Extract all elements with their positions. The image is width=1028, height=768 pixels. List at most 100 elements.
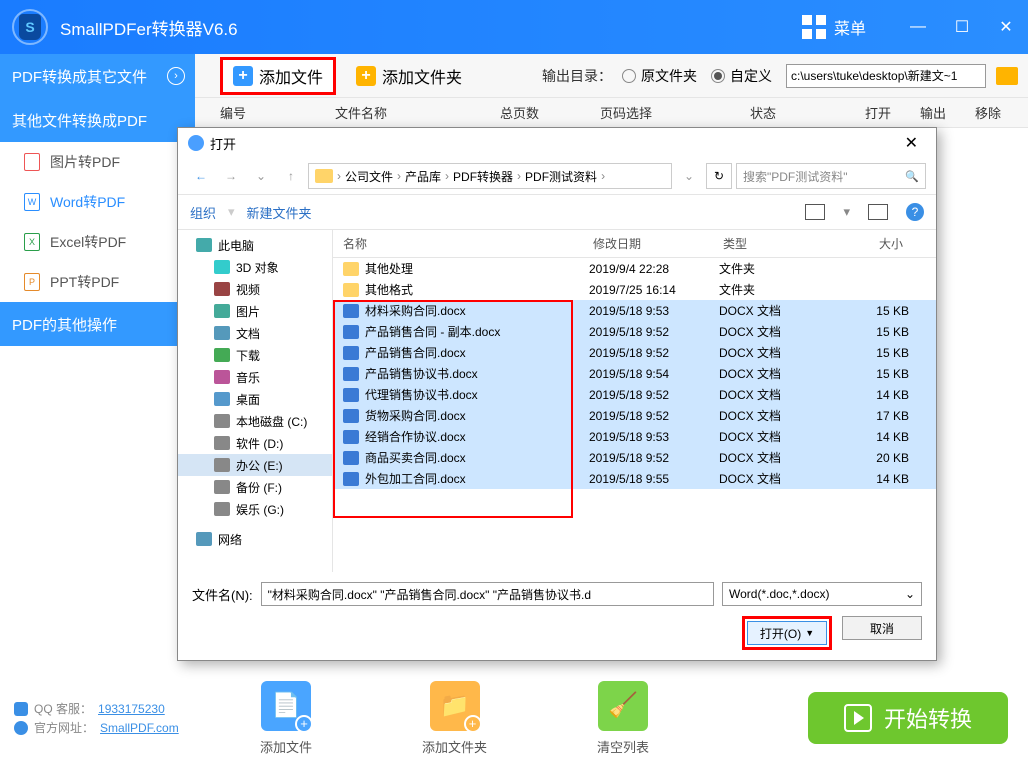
add-folder-button[interactable]: + 添加文件夹 (346, 60, 472, 92)
docx-icon (343, 325, 359, 339)
start-convert-button[interactable]: 开始转换 (808, 692, 1008, 744)
tree-music[interactable]: 音乐 (178, 366, 332, 388)
file-row[interactable]: 外包加工合同.docx2019/5/18 9:55DOCX 文档14 KB (333, 468, 936, 489)
filename-input[interactable] (261, 582, 714, 606)
file-name: 材料采购合同.docx (365, 302, 589, 319)
sidebar-cat-pdf-to-other[interactable]: PDF转换成其它文件› (0, 54, 195, 98)
file-row[interactable]: 其他格式2019/7/25 16:14文件夹 (333, 279, 936, 300)
menu-button[interactable]: 菜单 (802, 15, 866, 39)
radio-custom[interactable]: 自定义 (711, 66, 772, 86)
file-date: 2019/5/18 9:53 (589, 430, 719, 444)
view-options-icon[interactable] (805, 204, 825, 220)
file-row[interactable]: 材料采购合同.docx2019/5/18 9:53DOCX 文档15 KB (333, 300, 936, 321)
file-row[interactable]: 经销合作协议.docx2019/5/18 9:53DOCX 文档14 KB (333, 426, 936, 447)
sidebar-cat-pdf-other-ops[interactable]: PDF的其他操作 (0, 302, 195, 346)
nav-forward-icon[interactable]: → (218, 163, 244, 189)
file-type: DOCX 文档 (719, 344, 839, 361)
tree-3d-objects[interactable]: 3D 对象 (178, 256, 332, 278)
file-type: DOCX 文档 (719, 449, 839, 466)
breadcrumb[interactable]: › 公司文件› 产品库› PDF转换器› PDF测试资料› (308, 163, 672, 189)
tree-disk-e[interactable]: 办公 (E:) (178, 454, 332, 476)
tree-pictures[interactable]: 图片 (178, 300, 332, 322)
new-folder-button[interactable]: 新建文件夹 (247, 203, 312, 222)
big-add-file-button[interactable]: 📄+ 添加文件 (260, 681, 312, 756)
sidebar-item-ppt-to-pdf[interactable]: PPPT转PDF (0, 262, 195, 302)
dialog-title: 打开 (210, 134, 236, 153)
sidebar-item-excel-to-pdf[interactable]: XExcel转PDF (0, 222, 195, 262)
broom-icon: 🧹 (598, 681, 648, 731)
open-button[interactable]: 打开(O) ▼ (747, 621, 827, 645)
file-type: 文件夹 (719, 281, 839, 298)
col-type[interactable]: 类型 (713, 235, 833, 252)
file-row[interactable]: 产品销售协议书.docx2019/5/18 9:54DOCX 文档15 KB (333, 363, 936, 384)
nav-dropdown-icon[interactable]: ⌄ (248, 163, 274, 189)
col-size[interactable]: 大小 (833, 235, 913, 252)
big-clear-list-button[interactable]: 🧹 清空列表 (597, 681, 649, 756)
cancel-button[interactable]: 取消 (842, 616, 922, 640)
breadcrumb-item[interactable]: PDF测试资料 (525, 168, 597, 185)
breadcrumb-dropdown-icon[interactable]: ⌄ (676, 163, 702, 189)
file-type: DOCX 文档 (719, 365, 839, 382)
breadcrumb-item[interactable]: 产品库 (405, 168, 441, 185)
open-file-dialog: 打开 ✕ ← → ⌄ ↑ › 公司文件› 产品库› PDF转换器› PDF测试资… (177, 127, 937, 661)
file-row[interactable]: 产品销售合同.docx2019/5/18 9:52DOCX 文档15 KB (333, 342, 936, 363)
col-name[interactable]: 名称 (333, 235, 583, 252)
search-input[interactable]: 搜索"PDF测试资料" (736, 163, 926, 189)
file-name: 货物采购合同.docx (365, 407, 589, 424)
tree-disk-f[interactable]: 备份 (F:) (178, 476, 332, 498)
file-icon: 📄+ (261, 681, 311, 731)
tree-network[interactable]: 网络 (178, 528, 332, 550)
tree-documents[interactable]: 文档 (178, 322, 332, 344)
sidebar-item-word-to-pdf[interactable]: WWord转PDF (0, 182, 195, 222)
dialog-titlebar: 打开 ✕ (178, 128, 936, 158)
breadcrumb-item[interactable]: PDF转换器 (453, 168, 513, 185)
breadcrumb-item[interactable]: 公司文件 (345, 168, 393, 185)
file-row[interactable]: 其他处理2019/9/4 22:28文件夹 (333, 258, 936, 279)
help-icon[interactable]: ? (906, 203, 924, 221)
tree-disk-d[interactable]: 软件 (D:) (178, 432, 332, 454)
close-button[interactable]: ✕ (984, 0, 1028, 54)
docx-icon (343, 346, 359, 360)
dialog-footer: 文件名(N): Word(*.doc,*.docx) 打开(O) ▼ 取消 (178, 572, 936, 660)
filename-label: 文件名(N): (192, 585, 253, 604)
bottom-panel: QQ 客服：1933175230 官方网址：SmallPDF.com 📄+ 添加… (0, 668, 1028, 768)
website-link[interactable]: SmallPDF.com (100, 721, 179, 735)
tree-videos[interactable]: 视频 (178, 278, 332, 300)
maximize-button[interactable]: ☐ (940, 0, 984, 54)
browse-folder-icon[interactable] (996, 67, 1018, 85)
big-add-folder-button[interactable]: 📁+ 添加文件夹 (422, 681, 487, 756)
file-row[interactable]: 货物采购合同.docx2019/5/18 9:52DOCX 文档17 KB (333, 405, 936, 426)
contact-info: QQ 客服：1933175230 官方网址：SmallPDF.com (0, 698, 200, 738)
file-row[interactable]: 产品销售合同 - 副本.docx2019/5/18 9:52DOCX 文档15 … (333, 321, 936, 342)
file-row[interactable]: 代理销售协议书.docx2019/5/18 9:52DOCX 文档14 KB (333, 384, 936, 405)
dialog-close-button[interactable]: ✕ (897, 133, 926, 153)
organize-button[interactable]: 组织 (190, 203, 216, 222)
nav-up-icon[interactable]: ↑ (278, 163, 304, 189)
sidebar-cat-other-to-pdf[interactable]: 其他文件转换成PDF (0, 98, 195, 142)
tree-this-pc[interactable]: 此电脑 (178, 234, 332, 256)
qq-link[interactable]: 1933175230 (98, 702, 165, 716)
app-title: SmallPDFer转换器V6.6 (60, 15, 238, 40)
tree-disk-c[interactable]: 本地磁盘 (C:) (178, 410, 332, 432)
file-name: 经销合作协议.docx (365, 428, 589, 445)
add-file-button[interactable]: + 添加文件 (220, 57, 336, 95)
open-button-highlight: 打开(O) ▼ (742, 616, 832, 650)
file-row[interactable]: 商品买卖合同.docx2019/5/18 9:52DOCX 文档20 KB (333, 447, 936, 468)
file-filter-dropdown[interactable]: Word(*.doc,*.docx) (722, 582, 922, 606)
file-size: 20 KB (839, 451, 919, 465)
folder-tree: 此电脑 3D 对象 视频 图片 文档 下载 音乐 桌面 本地磁盘 (C:) 软件… (178, 230, 333, 572)
col-out: 输出 (920, 103, 975, 122)
output-path-input[interactable] (786, 64, 986, 88)
sidebar-item-image-to-pdf[interactable]: 图片转PDF (0, 142, 195, 182)
minimize-button[interactable]: — (896, 0, 940, 54)
tree-desktop[interactable]: 桌面 (178, 388, 332, 410)
preview-pane-icon[interactable] (868, 204, 888, 220)
radio-original-folder[interactable]: 原文件夹 (622, 66, 697, 86)
nav-back-icon[interactable]: ← (188, 163, 214, 189)
folder-icon (343, 262, 359, 276)
tree-disk-g[interactable]: 娱乐 (G:) (178, 498, 332, 520)
play-icon (844, 704, 872, 732)
refresh-button[interactable]: ↻ (706, 163, 732, 189)
tree-downloads[interactable]: 下载 (178, 344, 332, 366)
col-date[interactable]: 修改日期 (583, 235, 713, 252)
